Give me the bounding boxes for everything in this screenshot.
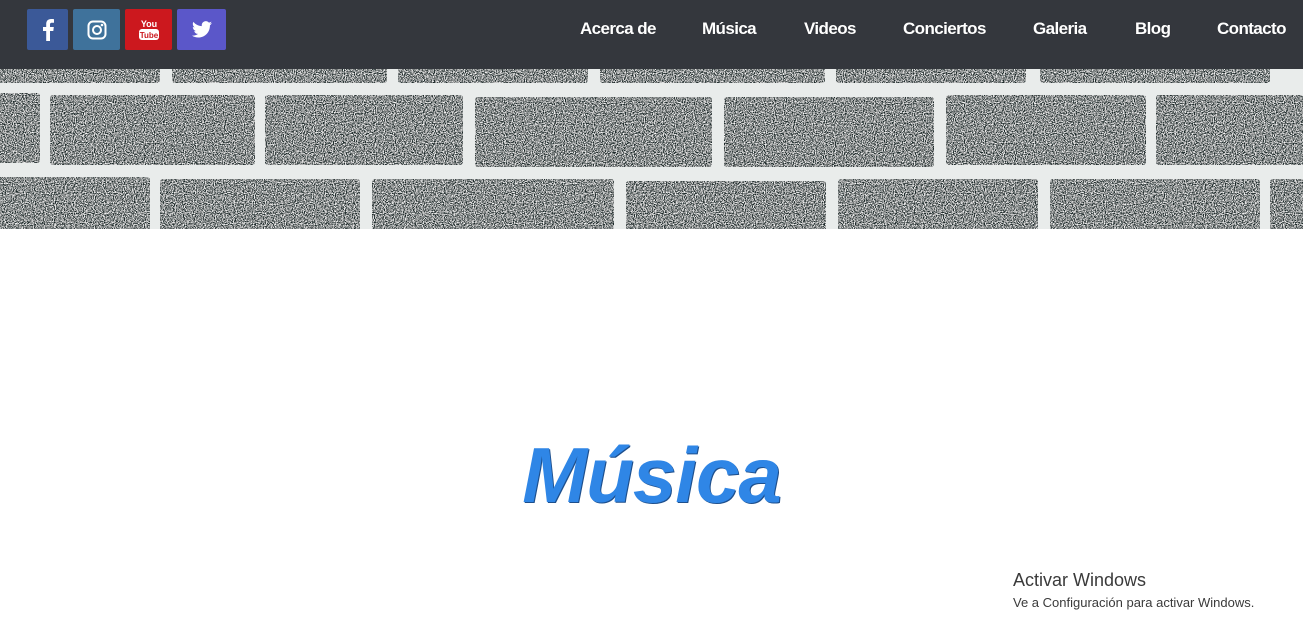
brick-wall-banner — [0, 69, 1303, 229]
nav-item-contacto[interactable]: Contacto — [1217, 19, 1286, 39]
top-bar: You Tube Acerca de Música Videos Concier… — [0, 0, 1303, 69]
nav-item-blog[interactable]: Blog — [1135, 19, 1171, 39]
nav-item-acerca-de[interactable]: Acerca de — [580, 19, 656, 39]
main-nav: Acerca de Música Videos Conciertos Galer… — [0, 0, 1303, 58]
watermark-subtitle: Ve a Configuración para activar Windows. — [1013, 595, 1255, 610]
nav-item-conciertos[interactable]: Conciertos — [903, 19, 986, 39]
watermark-title: Activar Windows — [1013, 570, 1147, 590]
nav-item-musica[interactable]: Música — [702, 19, 757, 39]
windows-activation-watermark: Activar Windows Ve a Configuración para … — [1013, 569, 1254, 613]
nav-item-videos[interactable]: Videos — [804, 19, 856, 39]
section-title: Música — [522, 431, 781, 519]
nav-item-galeria[interactable]: Galeria — [1033, 19, 1087, 39]
